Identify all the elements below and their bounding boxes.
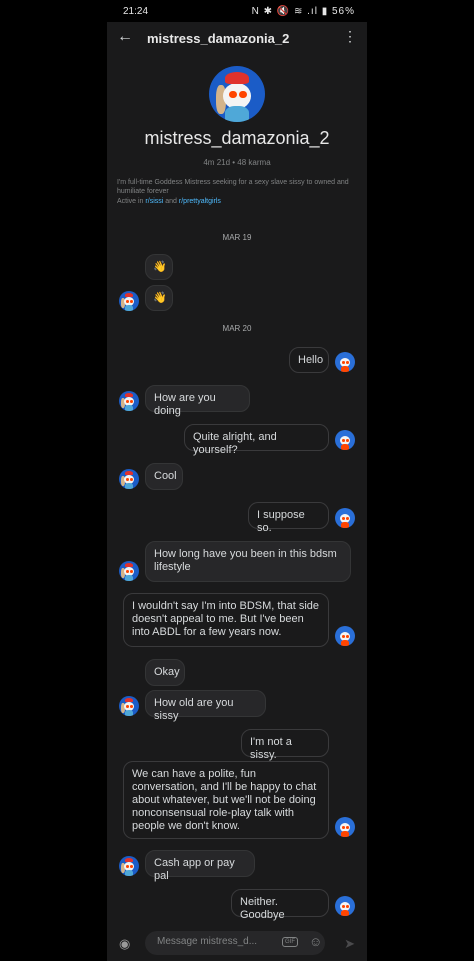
community-link-sissi[interactable]: r/sissi (145, 198, 163, 205)
my-avatar (335, 626, 355, 646)
message-bubble[interactable]: I wouldn't say I'm into BDSM, that side … (123, 593, 329, 647)
sender-avatar[interactable] (119, 856, 139, 876)
message-bubble[interactable]: We can have a polite, fun conversation, … (123, 761, 329, 839)
message-bubble[interactable]: 👋 (145, 285, 173, 311)
profile-username: mistress_damazonia_2 (144, 128, 330, 148)
message-bubble[interactable]: Hello (289, 347, 329, 373)
sender-avatar[interactable] (119, 561, 139, 581)
gif-button[interactable]: GIF (282, 937, 298, 947)
sender-avatar[interactable] (119, 291, 139, 311)
message-bubble[interactable]: How long have you been in this bdsm life… (145, 541, 351, 582)
message-input[interactable] (157, 936, 265, 947)
my-avatar (335, 896, 355, 916)
message-bubble[interactable]: Quite alright, and yourself? (184, 424, 329, 456)
my-avatar (335, 817, 355, 837)
camera-icon[interactable]: ◉ (119, 936, 130, 952)
battery-level: 56% (331, 6, 355, 17)
more-vertical-icon[interactable]: ⋮ (343, 28, 357, 45)
send-icon[interactable]: ➤ (344, 936, 355, 952)
date-divider: MAR 19 (222, 233, 252, 242)
chat-header: ← mistress_damazonia_2 ⋮ (107, 22, 367, 54)
my-avatar (335, 508, 355, 528)
profile-avatar[interactable] (209, 66, 265, 122)
arrow-left-icon[interactable]: ← (117, 28, 133, 46)
sender-avatar[interactable] (119, 391, 139, 411)
active-communities: Active in r/sissi and r/prettyaltgirls (117, 198, 221, 205)
community-link-prettyaltgirls[interactable]: r/prettyaltgirls (179, 198, 221, 205)
message-bubble[interactable]: I suppose so. (248, 502, 329, 534)
message-bubble[interactable]: Cool (145, 463, 183, 490)
message-bubble[interactable]: Neither. Goodbye (231, 889, 329, 921)
my-avatar (335, 430, 355, 450)
status-bar: 21:24 N ✱ 🔇 ≋ .ıl ▮ 56% (107, 0, 367, 22)
message-input-box[interactable]: GIF ☺ (145, 931, 325, 955)
chat-screen: 21:24 N ✱ 🔇 ≋ .ıl ▮ 56% ← mistress_damaz… (107, 0, 367, 961)
sender-avatar[interactable] (119, 469, 139, 489)
message-bubble[interactable]: Okay (145, 659, 185, 686)
message-bubble[interactable]: 👋 (145, 254, 173, 280)
message-bubble[interactable]: Cash app or pay pal (145, 850, 255, 882)
profile-bio: I'm full-time Goddess Mistress seeking f… (117, 179, 349, 195)
message-bubble[interactable]: I'm not a sissy. (241, 729, 329, 761)
status-icons: N ✱ 🔇 ≋ .ıl ▮ 56% (251, 6, 355, 17)
chat-title: mistress_damazonia_2 (147, 31, 290, 46)
message-bubble[interactable]: How old are you sissy (145, 690, 266, 722)
my-avatar (335, 352, 355, 372)
profile-meta: 4m 21d • 48 karma (203, 158, 271, 167)
status-time: 21:24 (123, 6, 149, 17)
message-composer: ◉ GIF ☺ ➤ (107, 929, 367, 961)
sender-avatar[interactable] (119, 696, 139, 716)
emoji-icon[interactable]: ☺ (309, 934, 322, 949)
date-divider: MAR 20 (222, 324, 252, 333)
message-bubble[interactable]: How are you doing (145, 385, 250, 417)
